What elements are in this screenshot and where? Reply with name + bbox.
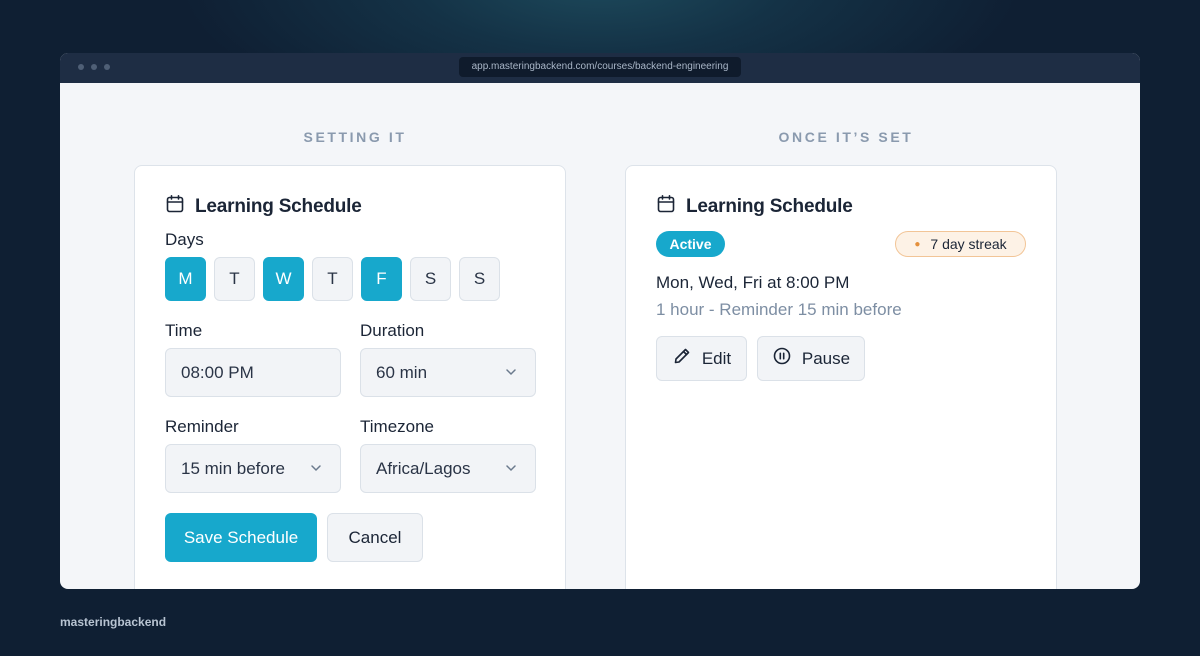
chevron-down-icon: [506, 369, 516, 376]
streak-text: 7 day streak: [930, 236, 1007, 252]
window-dot[interactable]: [78, 64, 84, 70]
day-toggle-saturday[interactable]: S: [410, 257, 451, 301]
address-bar[interactable]: app.masteringbackend.com/courses/backend…: [459, 57, 741, 77]
calendar-icon: [165, 194, 185, 219]
timezone-value: Africa/Lagos: [376, 458, 471, 478]
brand-logo: masteringbackend: [60, 615, 167, 629]
reminder-value: 15 min before: [181, 458, 285, 478]
window-dot[interactable]: [104, 64, 110, 70]
section-title-once-set: ONCE IT’S SET: [778, 129, 914, 145]
streak-badge: ● 7 day streak: [895, 231, 1026, 257]
day-picker: M T W T F S S: [165, 257, 500, 301]
time-input[interactable]: 08:00 PM: [165, 348, 341, 397]
window-dot[interactable]: [91, 64, 97, 70]
days-label: Days: [165, 230, 204, 249]
section-title-setting: SETTING IT: [303, 129, 407, 145]
edit-label: Edit: [701, 348, 732, 368]
window-controls: [78, 64, 110, 70]
flame-icon: ●: [914, 238, 921, 250]
duration-value: 60 min: [376, 362, 428, 382]
time-value: 08:00 PM: [181, 362, 254, 382]
pencil-icon: [672, 346, 692, 371]
timezone-select[interactable]: Africa/Lagos: [360, 444, 536, 493]
timezone-label: Timezone: [360, 417, 435, 436]
day-toggle-monday[interactable]: M: [165, 257, 206, 301]
reminder-label: Reminder: [165, 417, 239, 436]
browser-window: app.masteringbackend.com/courses/backend…: [60, 53, 1140, 589]
browser-titlebar: app.masteringbackend.com/courses/backend…: [60, 53, 1140, 83]
status-badge: Active: [656, 231, 725, 257]
day-toggle-thursday[interactable]: T: [312, 257, 353, 301]
page-content: SETTING IT Learning Schedule Days M T W: [60, 83, 1140, 589]
chevron-down-icon: [311, 465, 321, 472]
edit-button[interactable]: Edit: [656, 336, 747, 381]
day-toggle-wednesday[interactable]: W: [263, 257, 304, 301]
pause-button[interactable]: Pause: [757, 336, 865, 381]
card-title: Learning Schedule: [686, 195, 853, 217]
pause-label: Pause: [801, 348, 851, 368]
duration-select[interactable]: 60 min: [360, 348, 536, 397]
calendar-icon: [656, 194, 676, 219]
pause-circle-icon: [772, 346, 792, 371]
day-toggle-tuesday[interactable]: T: [214, 257, 255, 301]
schedule-summary-card: Learning Schedule Active ● 7 day streak …: [625, 165, 1057, 589]
schedule-summary: Mon, Wed, Fri at 8:00 PM: [656, 273, 850, 292]
day-toggle-friday[interactable]: F: [361, 257, 402, 301]
card-title: Learning Schedule: [195, 195, 362, 217]
day-toggle-sunday[interactable]: S: [459, 257, 500, 301]
duration-label: Duration: [360, 321, 425, 340]
schedule-form-card: Learning Schedule Days M T W T F S S Tim…: [134, 165, 566, 589]
cancel-button[interactable]: Cancel: [327, 513, 423, 562]
chevron-down-icon: [506, 465, 516, 472]
reminder-select[interactable]: 15 min before: [165, 444, 341, 493]
schedule-detail: 1 hour - Reminder 15 min before: [656, 300, 902, 319]
time-label: Time: [165, 321, 203, 340]
save-schedule-button[interactable]: Save Schedule: [165, 513, 317, 562]
card-header: Learning Schedule: [656, 194, 853, 219]
card-header: Learning Schedule: [165, 194, 362, 219]
